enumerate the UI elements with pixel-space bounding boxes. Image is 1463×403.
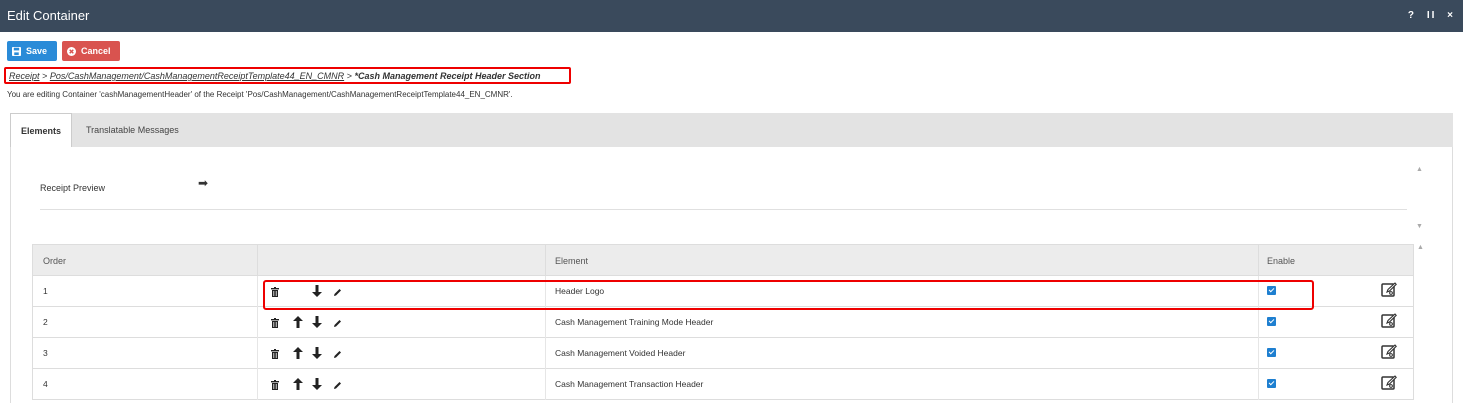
column-divider bbox=[1258, 338, 1259, 369]
enable-checkbox[interactable] bbox=[1267, 317, 1276, 326]
cancel-button[interactable]: Cancel bbox=[62, 41, 120, 61]
column-divider bbox=[545, 307, 546, 338]
order-cell: 1 bbox=[43, 286, 48, 296]
edit-pencil-icon[interactable] bbox=[333, 317, 342, 331]
move-up-icon[interactable] bbox=[293, 378, 303, 393]
receipt-preview-label: Receipt Preview bbox=[40, 183, 106, 193]
edit-pencil-icon[interactable] bbox=[333, 379, 342, 393]
breadcrumb-receipt-link[interactable]: Receipt bbox=[9, 71, 40, 81]
column-header-enable: Enable bbox=[1267, 256, 1296, 266]
move-down-icon[interactable] bbox=[312, 347, 322, 362]
table-row: 4 Cash Management Transaction Header bbox=[32, 369, 1414, 400]
edit-pencil-icon[interactable] bbox=[333, 348, 342, 362]
close-icon[interactable]: × bbox=[1447, 10, 1455, 21]
breadcrumb-template-link[interactable]: Pos/CashManagement/CashManagementReceipt… bbox=[50, 71, 344, 81]
element-name-cell: Cash Management Training Mode Header bbox=[555, 317, 714, 327]
editing-info-text: You are editing Container 'cashManagemen… bbox=[7, 90, 513, 99]
preview-scrollbar[interactable]: ▲ ▼ bbox=[1414, 166, 1426, 230]
column-divider bbox=[545, 369, 546, 400]
save-button[interactable]: Save bbox=[7, 41, 57, 61]
table-row: 2 Cash Management Training Mode Header bbox=[32, 307, 1414, 338]
scroll-up-icon[interactable]: ▲ bbox=[1416, 166, 1423, 173]
cancel-circle-icon bbox=[67, 46, 76, 56]
order-cell: 3 bbox=[43, 348, 48, 358]
edit-element-icon[interactable] bbox=[1381, 375, 1397, 393]
column-divider bbox=[545, 338, 546, 369]
cancel-label: Cancel bbox=[81, 46, 111, 56]
delete-icon[interactable] bbox=[271, 379, 279, 393]
tab-bar: Elements Translatable Messages bbox=[10, 113, 1453, 147]
column-header-element: Element bbox=[555, 256, 589, 266]
move-up-icon[interactable] bbox=[293, 347, 303, 362]
column-header-order: Order bbox=[43, 256, 67, 266]
pause-icon[interactable]: II bbox=[1427, 10, 1437, 21]
table-row: 3 Cash Management Voided Header bbox=[32, 338, 1414, 369]
delete-icon[interactable] bbox=[271, 348, 279, 362]
column-divider bbox=[1258, 245, 1259, 277]
column-divider bbox=[545, 245, 546, 277]
column-divider bbox=[257, 245, 258, 277]
column-divider bbox=[257, 369, 258, 400]
scroll-down-icon[interactable]: ▼ bbox=[1416, 223, 1423, 230]
tab-elements[interactable]: Elements bbox=[10, 113, 72, 147]
edit-element-icon[interactable] bbox=[1381, 282, 1397, 300]
edit-element-icon[interactable] bbox=[1381, 313, 1397, 331]
move-down-icon[interactable] bbox=[312, 378, 322, 393]
element-name-cell: Cash Management Voided Header bbox=[555, 348, 686, 358]
order-cell: 2 bbox=[43, 317, 48, 327]
order-cell: 4 bbox=[43, 379, 48, 389]
column-divider bbox=[257, 276, 258, 307]
column-divider bbox=[257, 338, 258, 369]
scroll-up-icon[interactable]: ▲ bbox=[1417, 244, 1424, 251]
table-scrollbar[interactable]: ▲ bbox=[1415, 244, 1427, 403]
floppy-icon bbox=[12, 46, 21, 56]
help-icon[interactable]: ? bbox=[1408, 10, 1416, 21]
breadcrumb-current: *Cash Management Receipt Header Section bbox=[354, 71, 541, 81]
breadcrumb-separator: > bbox=[346, 71, 352, 81]
move-down-icon[interactable] bbox=[312, 316, 322, 331]
delete-icon[interactable] bbox=[271, 317, 279, 331]
save-label: Save bbox=[26, 46, 48, 56]
tab-translatable-messages[interactable]: Translatable Messages bbox=[86, 113, 179, 147]
window-title: Edit Container bbox=[7, 8, 90, 23]
column-divider bbox=[1258, 307, 1259, 338]
enable-checkbox[interactable] bbox=[1267, 379, 1276, 388]
column-divider bbox=[257, 307, 258, 338]
window-controls: ? II × bbox=[1402, 10, 1455, 21]
arrow-right-icon[interactable]: ➡ bbox=[198, 176, 208, 190]
breadcrumb-separator: > bbox=[42, 71, 48, 81]
divider bbox=[40, 209, 1407, 210]
move-up-icon[interactable] bbox=[293, 316, 303, 331]
edit-element-icon[interactable] bbox=[1381, 344, 1397, 362]
enable-checkbox[interactable] bbox=[1267, 348, 1276, 357]
highlight-box bbox=[263, 280, 1314, 310]
column-divider bbox=[1258, 369, 1259, 400]
table-header: Order Element Enable bbox=[32, 244, 1414, 277]
element-name-cell: Cash Management Transaction Header bbox=[555, 379, 704, 389]
window-titlebar: Edit Container ? II × bbox=[0, 0, 1463, 32]
breadcrumb: Receipt > Pos/CashManagement/CashManagem… bbox=[4, 67, 571, 84]
